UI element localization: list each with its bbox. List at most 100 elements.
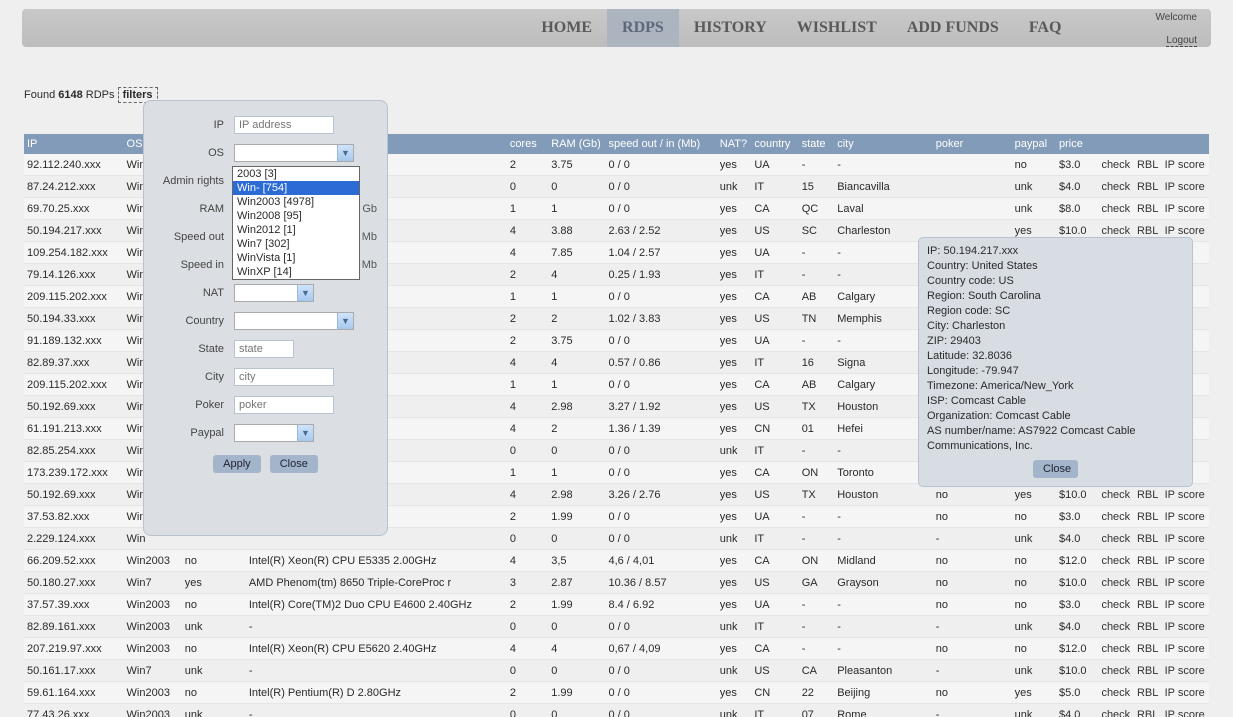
nav-rdps[interactable]: RDPS (607, 9, 679, 47)
rbl-link[interactable]: RBL (1137, 489, 1158, 501)
col-city[interactable]: city (834, 138, 933, 150)
tooltip-line: Country code: US (927, 274, 1184, 289)
ipscore-link[interactable]: IP score (1165, 665, 1205, 677)
col-ip[interactable]: IP (24, 138, 124, 150)
col-state[interactable]: state (799, 138, 835, 150)
close-filter-button[interactable]: Close (270, 455, 318, 473)
os-option[interactable]: 2003 [3] (233, 167, 359, 181)
rbl-link[interactable]: RBL (1137, 203, 1158, 215)
rbl-link[interactable]: RBL (1137, 555, 1158, 567)
ipscore-link[interactable]: IP score (1165, 203, 1205, 215)
table-row[interactable]: 50.161.17.xxxWin7unk-000 / 0unkUSCAPleas… (24, 660, 1209, 682)
unit-mb: Mb (362, 231, 377, 243)
rbl-link[interactable]: RBL (1137, 159, 1158, 171)
rbl-link[interactable]: RBL (1137, 225, 1158, 237)
rbl-link[interactable]: RBL (1137, 577, 1158, 589)
table-row[interactable]: 77.43.26.xxxWin2003unk-000 / 0unkIT07Rom… (24, 704, 1209, 717)
check-link[interactable]: check (1101, 621, 1130, 633)
rbl-link[interactable]: RBL (1137, 599, 1158, 611)
os-option[interactable]: Win2012 [1] (233, 223, 359, 237)
check-link[interactable]: check (1101, 599, 1130, 611)
check-link[interactable]: check (1101, 225, 1130, 237)
ipscore-link[interactable]: IP score (1165, 687, 1205, 699)
ipscore-link[interactable]: IP score (1165, 555, 1205, 567)
close-tooltip-button[interactable]: Close (1033, 460, 1078, 478)
table-row[interactable]: 207.219.97.xxxWin2003noIntel(R) Xeon(R) … (24, 638, 1209, 660)
rbl-link[interactable]: RBL (1137, 181, 1158, 193)
check-link[interactable]: check (1101, 181, 1130, 193)
ipscore-link[interactable]: IP score (1165, 225, 1205, 237)
check-link[interactable]: check (1101, 159, 1130, 171)
col-poker[interactable]: poker (933, 138, 1012, 150)
rbl-link[interactable]: RBL (1137, 621, 1158, 633)
rbl-link[interactable]: RBL (1137, 665, 1158, 677)
filter-poker-input[interactable] (234, 396, 334, 414)
filter-nat-select[interactable]: ▼ (234, 284, 314, 302)
os-option[interactable]: Win- [754] (233, 181, 359, 195)
lbl-os: OS (154, 147, 234, 159)
col-speed[interactable]: speed out / in (Mb) (605, 138, 716, 150)
os-option[interactable]: WinXP [14] (233, 265, 359, 279)
os-option[interactable]: WinVista [1] (233, 251, 359, 265)
ipscore-link[interactable]: IP score (1165, 643, 1205, 655)
filter-paypal-select[interactable]: ▼ (234, 424, 314, 442)
check-link[interactable]: check (1101, 203, 1130, 215)
nav-home[interactable]: HOME (526, 9, 607, 47)
rbl-link[interactable]: RBL (1137, 687, 1158, 699)
col-price[interactable]: price (1056, 138, 1098, 150)
lbl-admin: Admin rights (154, 175, 234, 187)
check-link[interactable]: check (1101, 709, 1130, 717)
rbl-link[interactable]: RBL (1137, 533, 1158, 545)
apply-button[interactable]: Apply (213, 455, 261, 473)
ipscore-link[interactable]: IP score (1165, 489, 1205, 501)
check-link[interactable]: check (1101, 643, 1130, 655)
ipscore-link[interactable]: IP score (1165, 159, 1205, 171)
col-ram[interactable]: RAM (Gb) (548, 138, 605, 150)
filter-city-input[interactable] (234, 368, 334, 386)
col-country[interactable]: country (751, 138, 798, 150)
nav-faq[interactable]: FAQ (1014, 9, 1077, 47)
nav-wishlist[interactable]: WISHLIST (782, 9, 892, 47)
check-link[interactable]: check (1101, 687, 1130, 699)
nav-history[interactable]: HISTORY (679, 9, 782, 47)
check-link[interactable]: check (1101, 533, 1130, 545)
os-option[interactable]: Win2008 [95] (233, 209, 359, 223)
table-row[interactable]: 82.89.161.xxxWin2003unk-000 / 0unkIT---u… (24, 616, 1209, 638)
col-nat[interactable]: NAT? (717, 138, 752, 150)
tooltip-line: Longitude: -79.947 (927, 364, 1184, 379)
tooltip-line: Country: United States (927, 259, 1184, 274)
col-cores[interactable]: cores (507, 138, 548, 150)
check-link[interactable]: check (1101, 489, 1130, 501)
rbl-link[interactable]: RBL (1137, 709, 1158, 717)
lbl-ip: IP (154, 119, 234, 131)
ipscore-link[interactable]: IP score (1165, 709, 1205, 717)
table-row[interactable]: 37.57.39.xxxWin2003noIntel(R) Core(TM)2 … (24, 594, 1209, 616)
filter-ip-input[interactable] (234, 116, 334, 134)
ipscore-link[interactable]: IP score (1165, 533, 1205, 545)
col-paypal[interactable]: paypal (1012, 138, 1056, 150)
ipscore-link[interactable]: IP score (1165, 621, 1205, 633)
table-row[interactable]: 50.180.27.xxxWin7yesAMD Phenom(tm) 8650 … (24, 572, 1209, 594)
table-row[interactable]: 66.209.52.xxxWin2003noIntel(R) Xeon(R) C… (24, 550, 1209, 572)
filter-os-select[interactable]: ▼ (234, 144, 354, 162)
check-link[interactable]: check (1101, 555, 1130, 567)
os-option[interactable]: Win2003 [4978] (233, 195, 359, 209)
check-link[interactable]: check (1101, 577, 1130, 589)
ipscore-link[interactable]: IP score (1165, 577, 1205, 589)
rbl-link[interactable]: RBL (1137, 511, 1158, 523)
check-link[interactable]: check (1101, 511, 1130, 523)
nav-addfunds[interactable]: ADD FUNDS (892, 9, 1014, 47)
ipscore-link[interactable]: IP score (1165, 599, 1205, 611)
ipscore-link[interactable]: IP score (1165, 511, 1205, 523)
tooltip-line: City: Charleston (927, 319, 1184, 334)
filter-country-select[interactable]: ▼ (234, 312, 354, 330)
ipscore-link[interactable]: IP score (1165, 181, 1205, 193)
rbl-link[interactable]: RBL (1137, 643, 1158, 655)
logout-link[interactable]: Logout (1166, 35, 1197, 47)
filter-state-input[interactable] (234, 340, 294, 358)
found-count: 6148 (58, 89, 82, 101)
check-link[interactable]: check (1101, 665, 1130, 677)
table-row[interactable]: 59.61.164.xxxWin2003noIntel(R) Pentium(R… (24, 682, 1209, 704)
os-dropdown-list[interactable]: 2003 [3]Win- [754]Win2003 [4978]Win2008 … (232, 166, 360, 280)
os-option[interactable]: Win7 [302] (233, 237, 359, 251)
